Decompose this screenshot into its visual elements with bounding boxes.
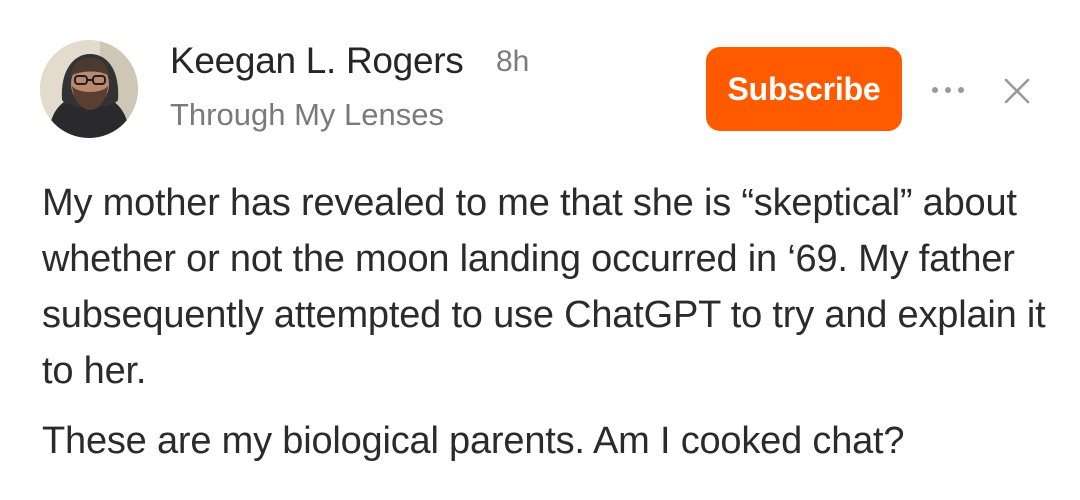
note-card: Keegan L. Rogers 8h Through My Lenses Su…	[0, 0, 1080, 500]
post-paragraph: My mother has revealed to me that she is…	[42, 182, 1046, 392]
avatar[interactable]	[40, 40, 138, 138]
more-horizontal-icon[interactable]	[928, 82, 968, 98]
close-icon[interactable]	[1002, 76, 1032, 106]
subscribe-button[interactable]: Subscribe	[706, 47, 902, 131]
post-paragraph: These are my biological parents. Am I co…	[42, 420, 905, 462]
publication-name[interactable]: Through My Lenses	[170, 97, 444, 133]
author-name[interactable]: Keegan L. Rogers	[170, 40, 464, 82]
timestamp: 8h	[496, 45, 530, 78]
post-body: My mother has revealed to me that she is…	[42, 175, 1052, 469]
